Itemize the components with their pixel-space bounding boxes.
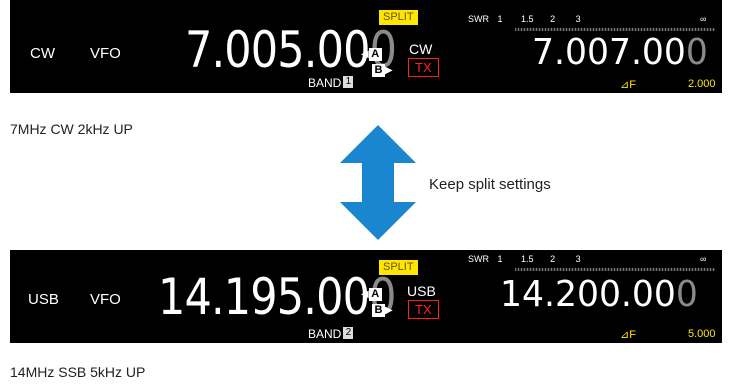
band-label: BAND (308, 327, 342, 341)
offset-value: 5.000 (688, 328, 716, 340)
mode-label: USB (28, 291, 59, 308)
swr-tick: 1 (497, 14, 503, 24)
vfo-b-indicator: B (372, 304, 385, 317)
triangle-left-icon: ◀ (361, 49, 369, 60)
swr-label: SWR (468, 254, 489, 264)
delta-f-label: ⊿F (620, 79, 636, 91)
delta-f-label: ⊿F (620, 329, 636, 341)
caption-top: 7MHz CW 2kHz UP (10, 121, 133, 137)
swr-tick-infinity: ∞ (700, 14, 707, 24)
sub-frequency-digits: 7.007.00 (532, 32, 686, 73)
swr-tick: 3 (575, 14, 581, 24)
offset-value: 2.000 (688, 78, 716, 90)
sub-frequency: 7.007.000 (532, 32, 708, 73)
main-frequency-digits: 7.005.00 (185, 21, 370, 79)
panel-lower-strip (10, 325, 722, 343)
swr-meter-bar (515, 268, 715, 271)
sub-frequency-digits: 14.200.00 (500, 274, 676, 315)
swr-scale: SWR 1 1.5 2 3 (468, 14, 587, 24)
band-number: 1 (343, 76, 354, 88)
tx-indicator: TX (408, 58, 439, 77)
sub-frequency: 14.200.000 (500, 274, 698, 315)
band-number: 2 (343, 327, 354, 339)
radio-display-bottom: SPLIT SWR 1 1.5 2 3 ∞ USB VFO 14.195.000… (10, 250, 722, 326)
vfo-b-row: B ▶ (372, 300, 393, 318)
double-arrow-icon (340, 125, 416, 240)
swr-tick: 1.5 (521, 14, 534, 24)
sub-mode-label: CW (409, 41, 433, 57)
main-frequency: 14.195.000 (158, 268, 396, 326)
vfo-b-row: B ▶ (372, 60, 393, 78)
swr-tick: 1 (497, 254, 503, 264)
keep-split-label: Keep split settings (429, 176, 551, 193)
swr-meter-bar (515, 28, 715, 31)
mode-label: CW (30, 45, 55, 62)
swr-tick: 2 (550, 254, 556, 264)
swr-label: SWR (468, 14, 489, 24)
swr-tick: 2 (550, 14, 556, 24)
main-frequency-digits: 14.195.00 (158, 268, 370, 326)
triangle-right-icon: ▶ (385, 305, 393, 316)
vfo-b-indicator: B (372, 64, 385, 77)
caption-bottom: 14MHz SSB 5kHz UP (10, 364, 146, 380)
triangle-right-icon: ▶ (385, 65, 393, 76)
band-indicator: BAND 2 (308, 327, 354, 341)
swr-tick-infinity: ∞ (700, 254, 707, 264)
radio-display-top: SPLIT SWR 1 1.5 2 3 ∞ CW VFO 7.005.000 ◀… (10, 0, 722, 79)
band-label: BAND (308, 76, 342, 90)
swr-tick: 3 (575, 254, 581, 264)
sub-frequency-dim-digit: 0 (675, 274, 698, 315)
sub-frequency-dim-digit: 0 (685, 32, 708, 73)
swr-scale: SWR 1 1.5 2 3 (468, 254, 587, 264)
swr-tick: 1.5 (521, 254, 534, 264)
vfo-label: VFO (90, 45, 121, 62)
vfo-label: VFO (90, 291, 121, 308)
triangle-left-icon: ◀ (361, 289, 369, 300)
band-indicator: BAND 1 (308, 76, 354, 90)
tx-indicator: TX (408, 300, 439, 319)
sub-mode-label: USB (407, 283, 436, 299)
